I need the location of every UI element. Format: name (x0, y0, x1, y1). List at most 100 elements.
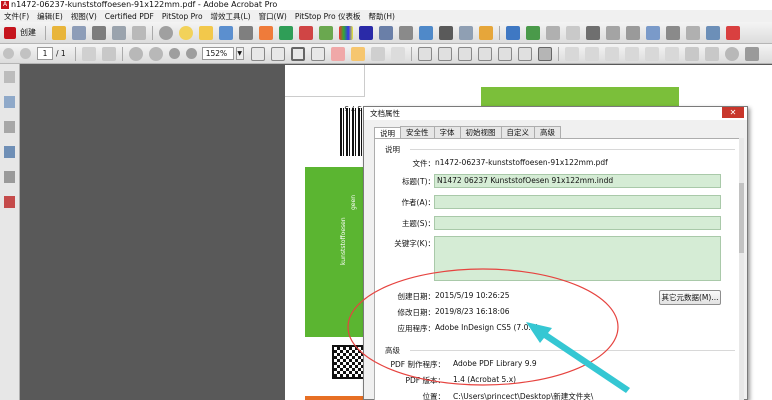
pitstop-tool-10-icon[interactable] (459, 25, 473, 40)
pitstop-tool-29-icon[interactable] (497, 46, 512, 61)
pitstop-tool-36-icon[interactable] (644, 46, 659, 61)
tab-security[interactable]: 安全性 (400, 126, 435, 138)
bookmarks-icon[interactable] (4, 96, 15, 108)
pitstop-tool-6-icon[interactable] (379, 25, 393, 40)
menu-help[interactable]: 帮助(H) (364, 11, 399, 22)
pitstop-tool-35-icon[interactable] (624, 46, 639, 61)
signatures-icon[interactable] (4, 196, 15, 208)
tab-fonts[interactable]: 字体 (433, 126, 461, 138)
pitstop-tool-21-icon[interactable] (706, 25, 720, 40)
zoom-dropdown[interactable]: ▼ (235, 47, 244, 60)
menu-pitstop-dashboard[interactable]: PitStop Pro 仪表板 (291, 11, 365, 22)
print-icon[interactable] (92, 25, 106, 40)
menu-plugins[interactable]: 增效工具(L) (207, 11, 255, 22)
pitstop-tool-38-icon[interactable] (684, 46, 699, 61)
pitstop-tool-7-icon[interactable] (399, 25, 413, 40)
actual-size-icon[interactable] (290, 46, 305, 61)
pitstop-panel-icon[interactable] (4, 171, 15, 183)
page-thumbnails-icon[interactable] (4, 71, 15, 83)
author-field[interactable] (434, 195, 721, 209)
dialog-scrollbar[interactable] (739, 138, 744, 400)
single-page-icon[interactable] (310, 46, 325, 61)
pitstop-tool-18-icon[interactable] (646, 25, 660, 40)
fit-page-icon[interactable] (250, 46, 265, 61)
pitstop-tool-24-icon[interactable] (390, 46, 405, 61)
pitstop-tool-19-icon[interactable] (666, 25, 680, 40)
more-metadata-button[interactable]: 其它元数据(M)... (659, 290, 721, 305)
pitstop-tool-1-icon[interactable] (239, 25, 253, 40)
create-button[interactable]: 创建 (4, 26, 36, 39)
pitstop-tool-37-icon[interactable] (664, 46, 679, 61)
comment-icon[interactable] (179, 25, 193, 40)
pitstop-edit-icon[interactable] (330, 46, 345, 61)
pitstop-tool-5-icon[interactable] (319, 25, 333, 40)
pitstop-tool-17-icon[interactable] (626, 25, 640, 40)
pitstop-tool-8-icon[interactable] (419, 25, 433, 40)
pitstop-tool-27-icon[interactable] (457, 46, 472, 61)
select-tool-icon[interactable] (81, 46, 96, 61)
zoom-out-tool-icon[interactable] (148, 46, 163, 61)
binoculars-icon[interactable] (744, 46, 759, 61)
pitstop-tool-4-icon[interactable] (299, 25, 313, 40)
pitstop-tool-25-icon[interactable] (417, 46, 432, 61)
pitstop-tool-2-icon[interactable] (259, 25, 273, 40)
pitstop-tool-31-icon[interactable] (537, 46, 552, 61)
pitstop-tool-33-icon[interactable] (584, 46, 599, 61)
zoom-plus-icon[interactable] (185, 48, 197, 59)
pitstop-tool-32-icon[interactable] (564, 46, 579, 61)
pitstop-tool-22-icon[interactable] (726, 25, 740, 40)
menu-pitstop-pro[interactable]: PitStop Pro (158, 12, 207, 21)
zoom-input[interactable]: 152% (201, 47, 234, 60)
tab-advanced[interactable]: 高级 (534, 126, 561, 138)
previous-page-icon[interactable] (3, 48, 14, 59)
dialog-close-button[interactable]: ✕ (722, 107, 744, 118)
pitstop-tool-9-icon[interactable] (439, 25, 453, 40)
pitstop-tool-14-icon[interactable] (566, 25, 580, 40)
pitstop-tool-12-icon[interactable] (506, 25, 520, 40)
next-page-icon[interactable] (20, 48, 31, 59)
highlight-icon[interactable] (219, 25, 233, 40)
email-icon[interactable] (132, 25, 146, 40)
menu-view[interactable]: 视图(V) (67, 11, 101, 22)
pitstop-tool-30-icon[interactable] (517, 46, 532, 61)
pitstop-tool-11-icon[interactable] (479, 25, 493, 40)
grid-icon[interactable] (526, 25, 540, 40)
tab-initial-view[interactable]: 初始视图 (459, 126, 502, 138)
tab-custom[interactable]: 自定义 (500, 126, 535, 138)
pitstop-tool-28-icon[interactable] (477, 46, 492, 61)
search-icon[interactable] (724, 46, 739, 61)
pitstop-tool-34-icon[interactable] (604, 46, 619, 61)
menu-window[interactable]: 窗口(W) (255, 11, 291, 22)
settings-gear-icon[interactable] (159, 25, 173, 40)
save-icon[interactable] (72, 25, 86, 40)
created-value: 2015/5/19 10:26:25 (435, 291, 510, 300)
pitstop-tool-20-icon[interactable] (686, 25, 700, 40)
pitstop-tool-26-icon[interactable] (437, 46, 452, 61)
pitstop-tool-23-icon[interactable] (370, 46, 385, 61)
menu-file[interactable]: 文件(F) (0, 11, 33, 22)
qi-icon[interactable] (359, 25, 373, 40)
pitstop-tool-39-icon[interactable] (704, 46, 719, 61)
pitstop-tool-15-icon[interactable] (586, 25, 600, 40)
color-bars-icon[interactable] (339, 25, 353, 40)
open-folder-icon[interactable] (52, 25, 66, 40)
layers-icon[interactable] (4, 146, 15, 158)
hand-tool-icon[interactable] (101, 46, 116, 61)
fit-width-icon[interactable] (270, 46, 285, 61)
zoom-in-tool-icon[interactable] (128, 46, 143, 61)
sticky-note-icon[interactable] (199, 25, 213, 40)
keywords-field[interactable] (434, 236, 721, 281)
pitstop-tool-3-icon[interactable] (279, 25, 293, 40)
pitstop-tool-16-icon[interactable] (606, 25, 620, 40)
title-field[interactable]: N1472 06237 KunststofOesen 91x122mm.indd (434, 174, 721, 188)
pitstop-tool-13-icon[interactable] (546, 25, 560, 40)
menu-edit[interactable]: 编辑(E) (33, 11, 67, 22)
menu-certified-pdf[interactable]: Certified PDF (101, 12, 158, 21)
attachments-icon[interactable] (4, 121, 15, 133)
share-icon[interactable] (112, 25, 126, 40)
scrollbar-thumb[interactable] (739, 183, 744, 253)
pitstop-inspector-icon[interactable] (350, 46, 365, 61)
zoom-minus-icon[interactable] (168, 48, 180, 59)
subject-field[interactable] (434, 216, 721, 230)
page-number-input[interactable]: 1 (37, 47, 53, 60)
